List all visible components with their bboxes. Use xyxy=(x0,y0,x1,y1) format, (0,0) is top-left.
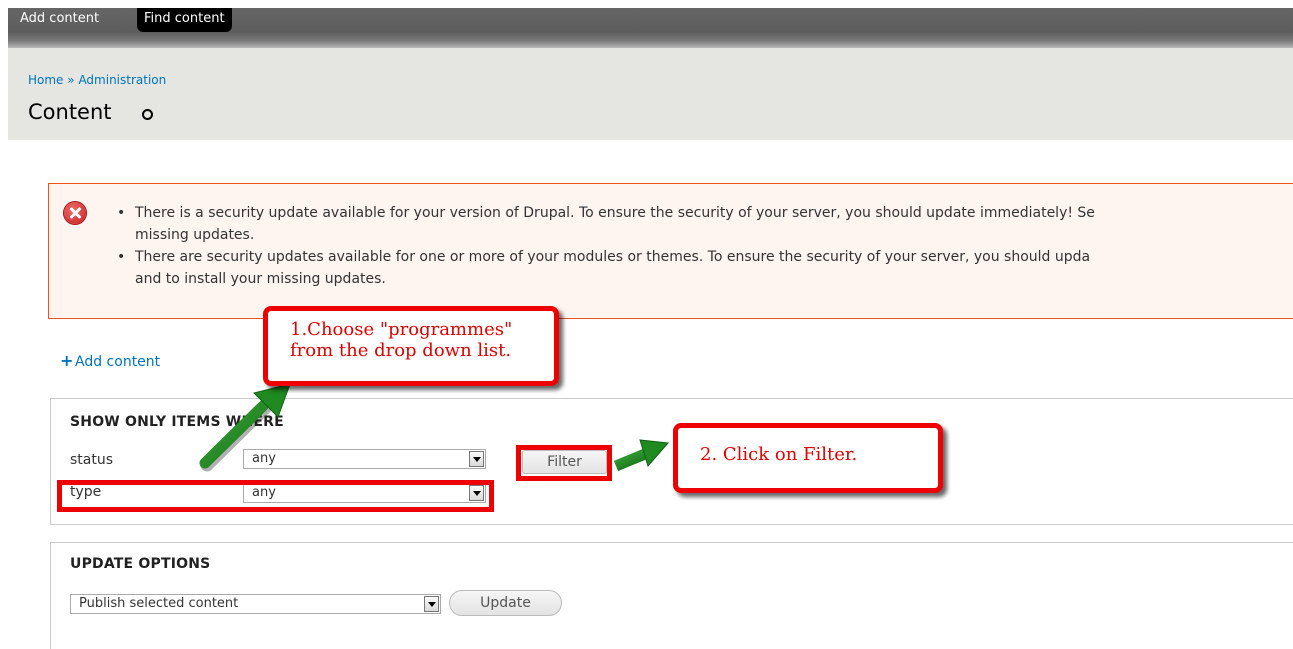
annotation-arrows xyxy=(199,383,670,472)
arrow-icon xyxy=(613,439,670,472)
annotation-note-line: 1.Choose "programmes" xyxy=(290,319,513,340)
annotation-note-line: from the drop down list. xyxy=(290,340,512,361)
annotation-note-click-filter: 2. Click on Filter. xyxy=(673,423,943,493)
annotation-note-choose-programmes: 1.Choose "programmes" from the drop down… xyxy=(263,306,559,386)
arrow-icon xyxy=(199,383,291,472)
annotation-note-line: 2. Click on Filter. xyxy=(700,444,858,465)
